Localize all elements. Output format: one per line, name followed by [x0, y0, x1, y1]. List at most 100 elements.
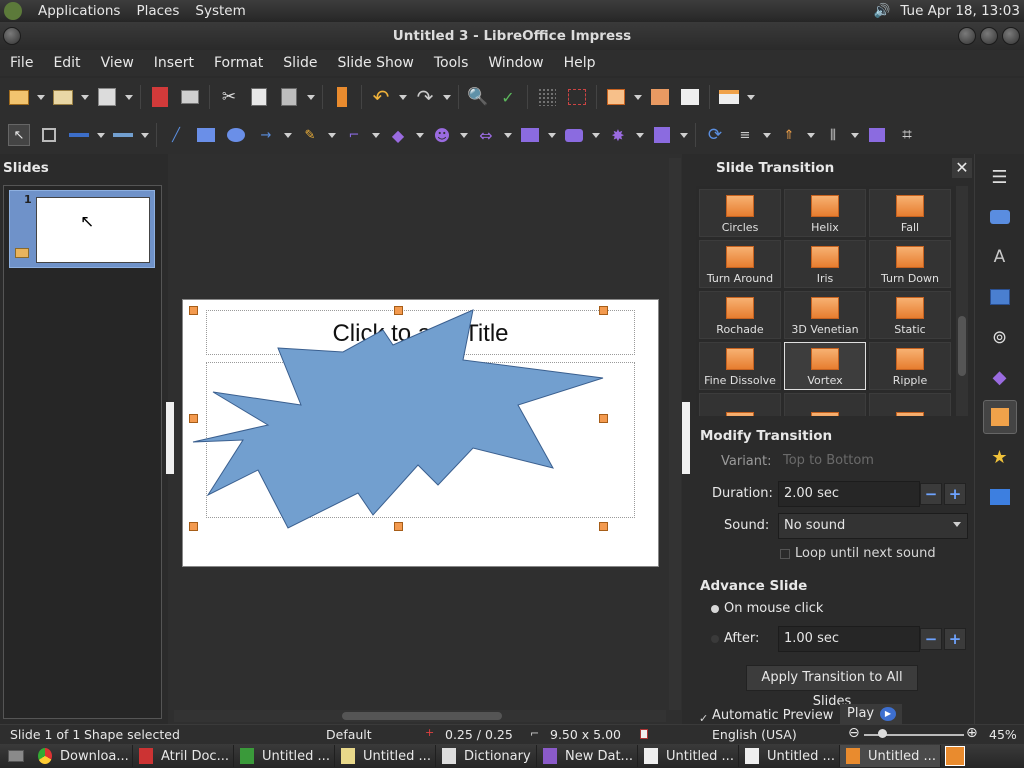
gallery-scrollbar[interactable] — [956, 186, 968, 416]
system-menu[interactable]: System — [195, 3, 245, 19]
menu-slideshow[interactable]: Slide Show — [337, 55, 413, 71]
duration-increase-icon[interactable]: + — [944, 483, 966, 505]
zoom-in-icon[interactable]: ⊕ — [966, 725, 978, 741]
after-decrease-icon[interactable]: − — [920, 628, 942, 650]
transition-static[interactable]: Static — [869, 291, 951, 339]
task-untitled-writer[interactable]: Untitled ... — [638, 745, 739, 767]
redo-icon[interactable]: ↷ — [414, 85, 436, 109]
zoom-out-icon[interactable]: ⊖ — [848, 725, 860, 741]
transition-turn-down[interactable]: Turn Down — [869, 240, 951, 288]
slide-transition-tab-icon[interactable] — [982, 400, 1017, 434]
task-atril[interactable]: Atril Doc... — [133, 745, 234, 767]
clock[interactable]: Tue Apr 18, 13:03 — [900, 3, 1020, 19]
spelling-icon[interactable]: ✓ — [497, 86, 519, 108]
loop-checkbox[interactable] — [780, 549, 790, 559]
gallery-tab-icon[interactable] — [983, 280, 1017, 314]
clone-formatting-icon[interactable] — [331, 86, 353, 108]
slide[interactable]: Click to add Title — [182, 299, 659, 567]
after-field[interactable]: 1.00 sec — [778, 626, 920, 652]
shapes-tab-icon[interactable]: ◆ — [983, 360, 1017, 394]
menu-slide[interactable]: Slide — [283, 55, 317, 71]
rectangle-icon[interactable] — [195, 124, 217, 146]
copy-icon[interactable] — [248, 86, 270, 108]
menu-help[interactable]: Help — [564, 55, 596, 71]
zoom-slider-thumb[interactable] — [878, 729, 887, 738]
hscroll-thumb[interactable] — [342, 712, 502, 720]
on-mouse-click-radio[interactable] — [711, 605, 719, 613]
maximize-icon[interactable] — [980, 27, 998, 45]
transition-helix[interactable]: Helix — [784, 189, 866, 237]
transition-gallery[interactable]: Circles Helix Fall Turn Around Iris Turn… — [696, 186, 960, 416]
undo-icon[interactable]: ↶ — [370, 85, 392, 109]
connectors-icon[interactable]: ⌐ — [343, 124, 365, 146]
animation-tab-icon[interactable]: ★ — [983, 440, 1017, 474]
print-icon[interactable] — [179, 86, 201, 108]
fill-color-icon[interactable] — [112, 124, 134, 146]
minimize-icon[interactable] — [958, 27, 976, 45]
crop-icon[interactable]: ⌗ — [896, 124, 918, 146]
symbol-shapes-icon[interactable]: ☻ — [431, 124, 453, 146]
task-chrome[interactable]: Downloa... — [32, 745, 133, 767]
3d-objects-icon[interactable] — [651, 124, 673, 146]
workspace-switcher-icon[interactable] — [945, 746, 965, 766]
window-menu-icon[interactable] — [3, 27, 21, 45]
transition-ripple[interactable]: Ripple — [869, 342, 951, 390]
transition-more[interactable] — [699, 393, 781, 416]
zoom-pan-icon[interactable] — [38, 124, 60, 146]
after-radio[interactable] — [711, 635, 719, 643]
align-icon[interactable]: ≡ — [734, 124, 756, 146]
master-slides-tab-icon[interactable] — [983, 480, 1017, 514]
sidebar-menu-icon[interactable]: ☰ — [983, 160, 1017, 194]
duration-field[interactable]: 2.00 sec — [778, 481, 920, 507]
line-color-icon[interactable] — [68, 124, 90, 146]
close-window-icon[interactable] — [1002, 27, 1020, 45]
layout-status[interactable]: Default — [326, 727, 372, 742]
open-folder-icon[interactable] — [52, 86, 74, 108]
task-dictionary[interactable]: Dictionary — [436, 745, 537, 767]
document-modified-icon[interactable] — [640, 729, 648, 739]
transition-rochade[interactable]: Rochade — [699, 291, 781, 339]
block-arrows-icon[interactable]: ⇔ — [475, 124, 497, 146]
places-menu[interactable]: Places — [136, 3, 179, 19]
basic-shapes-icon[interactable]: ◆ — [387, 124, 409, 146]
transition-fine-dissolve[interactable]: Fine Dissolve — [699, 342, 781, 390]
transition-more[interactable] — [784, 393, 866, 416]
apply-to-all-button[interactable]: Apply Transition to All Slides — [746, 665, 918, 709]
save-icon[interactable] — [96, 86, 118, 108]
display-views-icon[interactable] — [718, 86, 740, 108]
variant-select[interactable]: Top to Bottom — [778, 449, 968, 475]
find-replace-icon[interactable]: 🔍 — [467, 86, 489, 108]
task-untitled-draw[interactable]: Untitled ... — [335, 745, 436, 767]
stars-icon[interactable]: ✸ — [607, 124, 629, 146]
task-untitled-impress[interactable]: Untitled ... — [840, 745, 941, 767]
volume-icon[interactable]: 🔊 — [874, 3, 891, 19]
after-increase-icon[interactable]: + — [944, 628, 966, 650]
grid-icon[interactable] — [536, 86, 558, 108]
arrange-icon[interactable]: ⇑ — [778, 124, 800, 146]
transition-more[interactable] — [869, 393, 951, 416]
lines-arrows-icon[interactable]: → — [255, 124, 277, 146]
collapse-sidebar-handle[interactable] — [682, 402, 690, 474]
transition-vortex-selected[interactable]: Vortex — [784, 342, 866, 390]
transition-3d-venetian[interactable]: 3D Venetian — [784, 291, 866, 339]
rotate-icon[interactable]: ⟳ — [704, 124, 726, 146]
collapse-slides-pane-handle[interactable] — [166, 402, 174, 474]
ellipse-icon[interactable] — [225, 124, 247, 146]
menu-edit[interactable]: Edit — [53, 55, 80, 71]
menu-window[interactable]: Window — [488, 55, 543, 71]
menu-tools[interactable]: Tools — [434, 55, 469, 71]
close-panel-icon[interactable]: ✕ — [952, 158, 972, 178]
show-desktop-icon[interactable] — [0, 745, 32, 767]
task-new-database[interactable]: New Dat... — [537, 745, 638, 767]
selection-handle[interactable] — [189, 414, 198, 423]
explosion-shape[interactable] — [183, 300, 660, 568]
menu-file[interactable]: File — [10, 55, 33, 71]
selection-handle[interactable] — [394, 306, 403, 315]
callouts-icon[interactable] — [563, 124, 585, 146]
task-untitled-calc[interactable]: Untitled ... — [234, 745, 335, 767]
select-pointer-icon[interactable]: ↖ — [8, 124, 30, 146]
transition-iris[interactable]: Iris — [784, 240, 866, 288]
navigator-tab-icon[interactable]: ⊚ — [983, 320, 1017, 354]
styles-tab-icon[interactable]: A — [983, 240, 1017, 274]
menu-view[interactable]: View — [101, 55, 134, 71]
